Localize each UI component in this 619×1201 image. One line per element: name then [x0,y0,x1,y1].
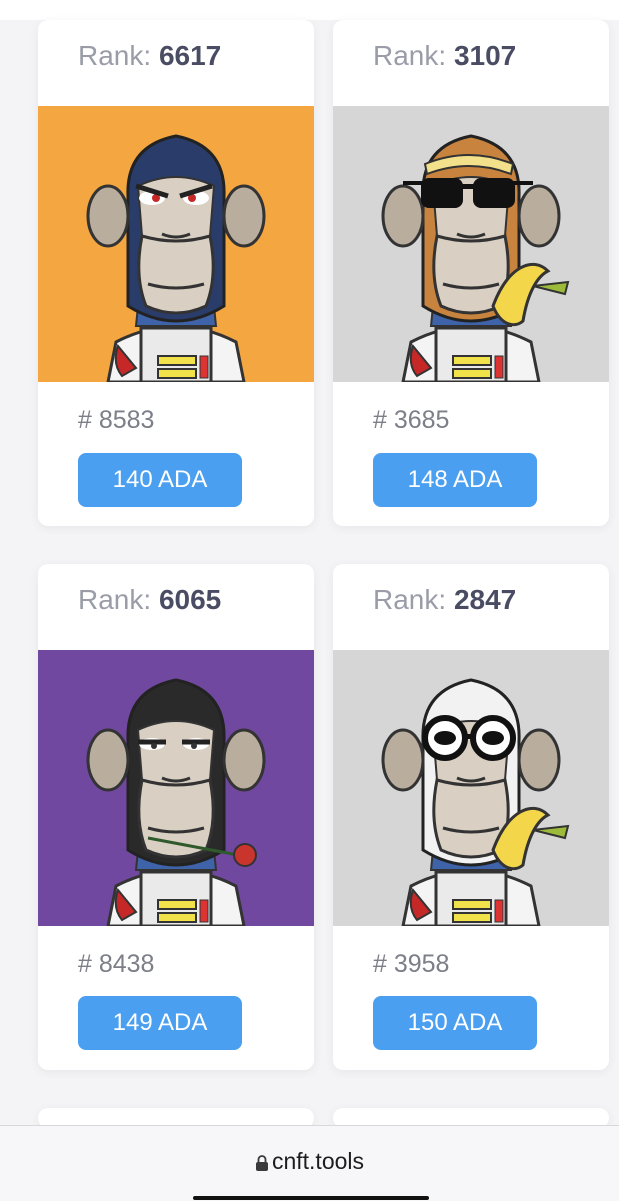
home-indicator[interactable] [193,1196,429,1200]
price-button[interactable]: 140 ADA [78,453,242,507]
url-display[interactable]: cnft.tools [0,1148,619,1175]
url-text: cnft.tools [271,1148,365,1174]
rank-text: Rank: 6065 [78,584,222,615]
ape-illustration [38,650,314,926]
nft-card[interactable]: Rank: 6065 # 8438 149 ADA [38,564,314,1070]
rank-text: Rank: 3107 [373,40,517,71]
ape-illustration [38,106,314,382]
nft-card[interactable]: Rank: 6617 # 8583 140 ADA [38,20,314,526]
nft-card[interactable]: Rank: 3107 # 3685 148 ADA [333,20,609,526]
token-number: # 8583 [78,406,155,434]
price-button[interactable]: 149 ADA [78,996,242,1050]
token-number: # 3958 [373,950,450,978]
lock-icon [255,1155,268,1171]
price-button[interactable]: 150 ADA [373,996,537,1050]
nft-image[interactable] [38,106,314,382]
token-number: # 3685 [373,406,450,434]
ape-illustration [333,106,609,382]
rank-value: 2847 [453,584,517,615]
rank-value: 6617 [158,40,222,71]
rank-value: 3107 [453,40,517,71]
nft-image[interactable] [38,650,314,926]
top-strip [0,0,619,20]
browser-address-bar[interactable]: cnft.tools [0,1125,619,1201]
price-button[interactable]: 148 ADA [373,453,537,507]
rank-text: Rank: 6617 [78,40,222,71]
rank-value: 6065 [158,584,222,615]
nft-image[interactable] [333,106,609,382]
nft-card[interactable]: Rank: 2847 # 3958 150 ADA [333,564,609,1070]
ape-illustration [333,650,609,926]
nft-image[interactable] [333,650,609,926]
token-number: # 8438 [78,950,155,978]
rank-text: Rank: 2847 [373,584,517,615]
